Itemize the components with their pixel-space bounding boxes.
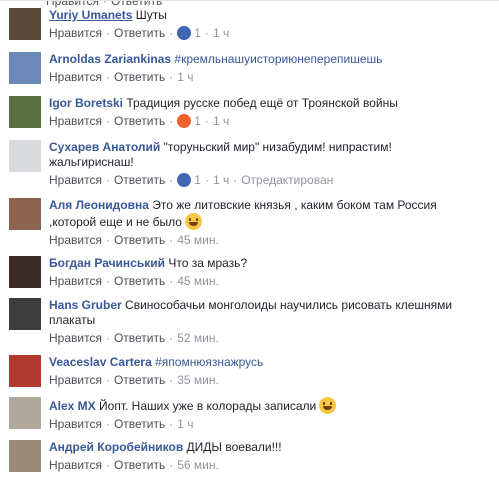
hashtag-link[interactable]: #япомнюязнажрусь <box>155 355 263 369</box>
reply-link[interactable]: Ответить <box>114 114 165 128</box>
timestamp[interactable]: 1 ч <box>213 173 229 187</box>
author-name[interactable]: Аля Леонидовна <box>49 198 149 212</box>
avatar[interactable] <box>9 96 41 128</box>
reaction-count[interactable]: 1 <box>194 26 201 40</box>
avatar[interactable] <box>9 355 41 387</box>
timestamp[interactable]: 1 ч <box>177 70 193 84</box>
timestamp[interactable]: 1 ч <box>177 417 193 431</box>
like-link[interactable]: Нравится <box>49 114 102 128</box>
timestamp[interactable]: 1 ч <box>213 114 229 128</box>
reaction-count[interactable]: 1 <box>194 114 201 128</box>
like-reaction-icon[interactable] <box>177 26 192 40</box>
avatar[interactable] <box>9 256 41 288</box>
timestamp[interactable]: 35 мин. <box>177 373 219 387</box>
comment-text: Йопт. Наших уже в колорады записали <box>99 399 317 413</box>
comment-text: Это же литовские князья , каким боком та… <box>152 198 437 212</box>
author-name[interactable]: Igor Boretski <box>49 96 123 110</box>
reply-link[interactable]: Ответить <box>114 233 165 247</box>
comment-text: "торуньский мир" низабудим! нипрастим! <box>163 140 392 154</box>
comment-text: Что за мразь? <box>168 256 248 270</box>
like-reaction-icon[interactable] <box>177 173 192 187</box>
comment-text: ,которой еще и не было <box>49 215 182 229</box>
timestamp[interactable]: 1 ч <box>213 26 229 40</box>
avatar[interactable] <box>9 298 41 330</box>
comment-text: Традиция русске побед ещё от Троянской в… <box>126 96 398 110</box>
reply-link[interactable]: Ответить <box>114 417 165 431</box>
timestamp[interactable]: 52 мин. <box>177 331 219 345</box>
avatar[interactable] <box>9 397 41 429</box>
comment-text: Свинособачьи монголоиды научились рисова… <box>125 298 453 312</box>
grinning-emoji-icon <box>184 213 202 230</box>
top-divider <box>0 0 499 1</box>
author-name[interactable]: Андрей Коробейников <box>49 440 183 454</box>
comment-text: плакаты <box>49 313 96 327</box>
grinning-emoji-icon <box>319 397 337 414</box>
like-link[interactable]: Нравится <box>49 70 102 84</box>
author-name[interactable]: Hans Gruber <box>49 298 122 312</box>
comment-text: ДИДЫ воевали!!! <box>186 440 282 454</box>
avatar[interactable] <box>9 198 41 230</box>
angry-reaction-icon[interactable] <box>177 114 192 128</box>
like-link[interactable]: Нравится <box>49 458 102 472</box>
reply-link[interactable]: Ответить <box>114 331 165 345</box>
reply-link[interactable]: Ответить <box>114 26 165 40</box>
reply-link[interactable]: Ответить <box>114 173 165 187</box>
author-name[interactable]: Yuriy Umanets <box>49 8 132 22</box>
avatar[interactable] <box>9 8 41 40</box>
author-name[interactable]: Veaceslav Cartera <box>49 355 152 369</box>
avatar[interactable] <box>9 140 41 172</box>
like-link[interactable]: Нравится <box>49 331 102 345</box>
author-name[interactable]: Alex MX <box>49 399 96 413</box>
reply-link[interactable]: Ответить <box>114 458 165 472</box>
author-name[interactable]: Arnoldas Zariankinas <box>49 52 171 66</box>
like-link[interactable]: Нравится <box>49 417 102 431</box>
timestamp[interactable]: 56 мин. <box>177 458 219 472</box>
like-link[interactable]: Нравится <box>49 233 102 247</box>
comment-text: Шуты <box>135 8 167 22</box>
like-link[interactable]: Нравится <box>49 26 102 40</box>
previous-comment-actions: Нравится · Ответить <box>46 0 162 8</box>
reply-link[interactable]: Ответить <box>114 70 165 84</box>
like-link[interactable]: Нравится <box>46 0 99 8</box>
edited-label[interactable]: Отредактирован <box>241 173 333 187</box>
timestamp[interactable]: 45 мин. <box>177 233 219 247</box>
avatar[interactable] <box>9 440 41 472</box>
reaction-count[interactable]: 1 <box>194 173 201 187</box>
timestamp[interactable]: 45 мин. <box>177 274 219 288</box>
comment-text: жальгириснаш! <box>49 155 134 169</box>
author-name[interactable]: Сухарев Анатолий <box>49 140 160 154</box>
like-link[interactable]: Нравится <box>49 373 102 387</box>
avatar[interactable] <box>9 52 41 84</box>
reply-link[interactable]: Ответить <box>111 0 162 8</box>
reply-link[interactable]: Ответить <box>114 373 165 387</box>
reply-link[interactable]: Ответить <box>114 274 165 288</box>
hashtag-link[interactable]: #кремльнашуисториюнеперепишешь <box>174 52 382 66</box>
author-name[interactable]: Богдан Рачинський <box>49 256 165 270</box>
like-link[interactable]: Нравится <box>49 173 102 187</box>
like-link[interactable]: Нравится <box>49 274 102 288</box>
